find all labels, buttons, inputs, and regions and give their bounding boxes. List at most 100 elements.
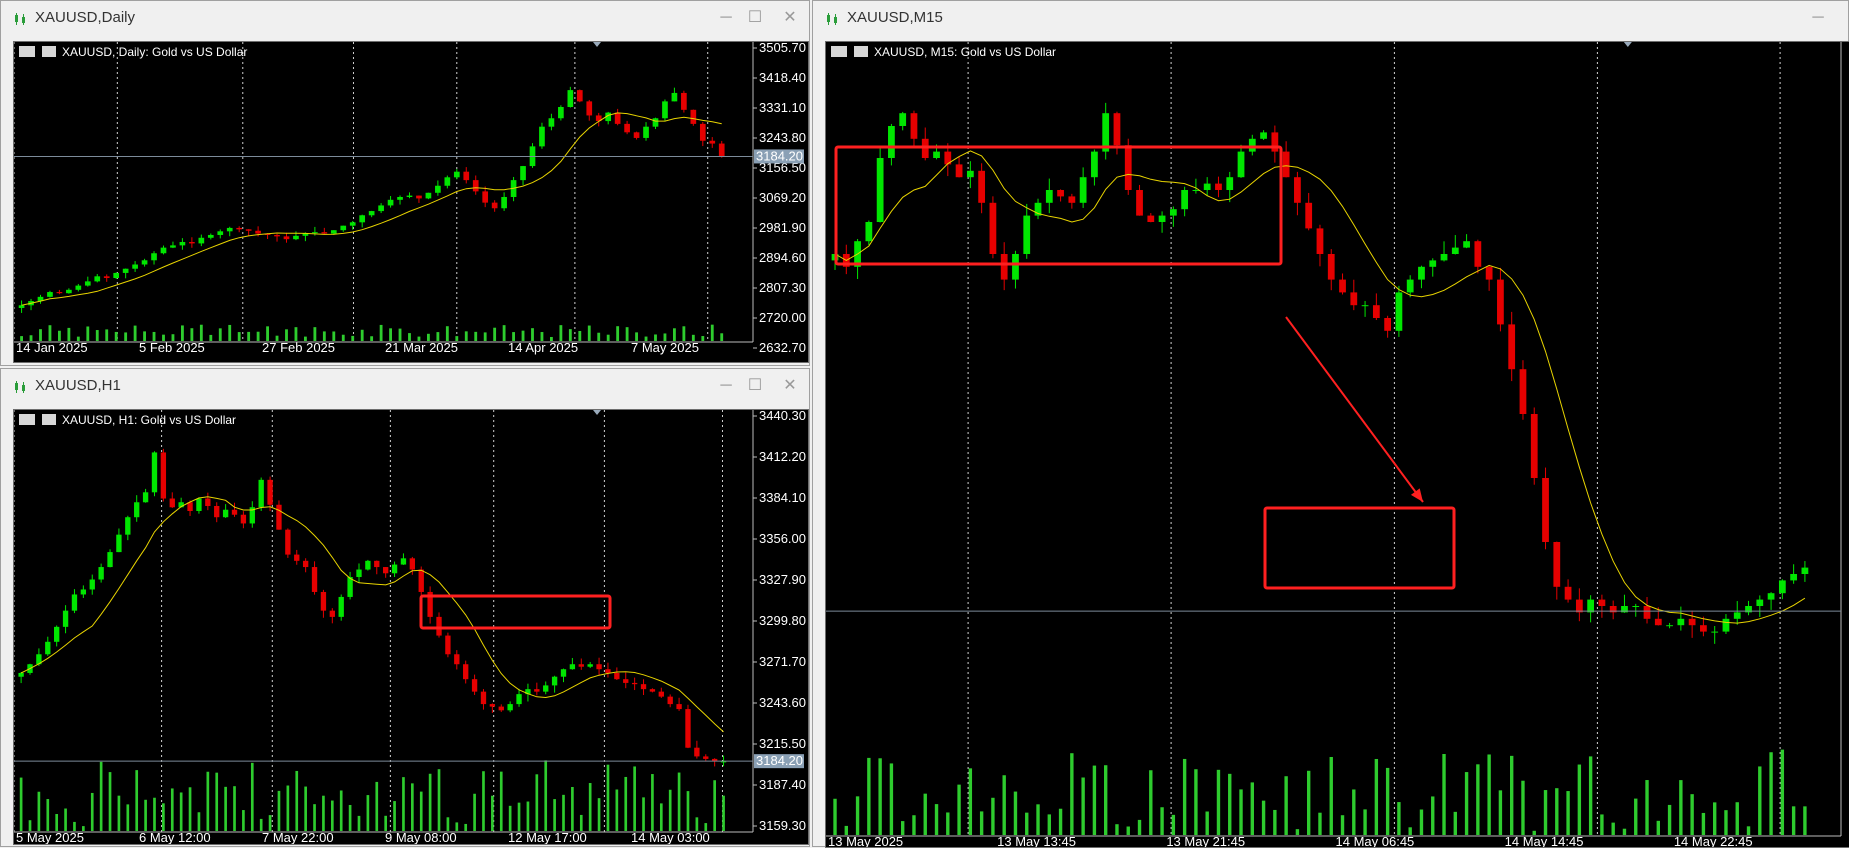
volume-bar — [304, 786, 307, 831]
y-tick-label: 3299.80 — [759, 613, 806, 628]
y-tick-label: 2632.70 — [759, 340, 806, 355]
candle-body — [614, 112, 621, 124]
close-button[interactable]: ✕ — [779, 7, 801, 29]
candle-body — [578, 664, 584, 667]
volume-bar — [934, 804, 939, 835]
volume-bar — [1002, 775, 1006, 835]
candle-body — [1463, 241, 1470, 248]
volume-bar — [878, 758, 882, 835]
candle-body — [1519, 369, 1527, 414]
volume-bar — [979, 811, 984, 835]
volume-bar — [644, 336, 648, 341]
candle-body — [1237, 151, 1245, 178]
y-tick-label: 3159.30 — [759, 818, 806, 833]
volume-bar — [117, 795, 121, 831]
volume-bar — [389, 328, 392, 341]
candle-body — [1542, 478, 1549, 542]
candle-body — [80, 589, 87, 595]
volume-bar — [370, 336, 374, 341]
candle-body — [1497, 279, 1504, 325]
volume-bar — [464, 331, 468, 341]
chart-data-icon — [854, 46, 868, 57]
candle-body — [703, 756, 709, 759]
volume-bar — [1532, 830, 1536, 835]
h1-chart-area[interactable]: XAUUSD, H1: Gold vs US Dollar 3440.30 3412… — [13, 409, 809, 845]
daily-chart-area[interactable]: XAUUSD, Daily: Gold vs US Dollar 3505.70 3… — [13, 41, 809, 363]
volume-bar — [1329, 756, 1333, 835]
candle-body — [122, 268, 129, 273]
candle-body — [113, 272, 120, 278]
candle-body — [482, 191, 489, 203]
volume-bar — [188, 787, 192, 831]
volume-bar — [179, 792, 183, 831]
volume-bar — [1712, 802, 1717, 835]
volume-bar — [1306, 770, 1311, 835]
m15-chart-svg[interactable]: XAUUSD, M15: Gold vs US Dollar 13 May 202… — [826, 42, 1849, 848]
candle-body — [605, 669, 611, 673]
maximize-button[interactable]: ☐ — [744, 7, 766, 29]
volume-bar — [968, 768, 973, 835]
candle-body — [416, 195, 422, 199]
volume-bar — [313, 804, 316, 831]
volume-bar — [508, 805, 512, 831]
candle-body — [694, 747, 700, 757]
volume-bar — [1363, 809, 1367, 835]
m15-chart-area[interactable]: XAUUSD, M15: Gold vs US Dollar 13 May 202… — [825, 41, 1849, 848]
minimize-button[interactable]: ─ — [1807, 7, 1829, 29]
volume-bar — [1171, 814, 1176, 835]
close-button[interactable]: ✕ — [779, 375, 801, 397]
candlestick-icon — [15, 13, 25, 25]
volume-bar — [153, 797, 156, 831]
volume-bar — [436, 332, 440, 341]
volume-bar — [1374, 758, 1379, 835]
daily-title-bar[interactable]: XAUUSD,Daily ─ ☐ ✕ — [1, 1, 809, 35]
y-tick-label: 2981.90 — [759, 220, 806, 235]
candle-body — [189, 242, 195, 244]
volume-bar — [672, 328, 676, 341]
volume-bar — [259, 818, 263, 831]
h1-chart-window[interactable]: XAUUSD,H1 ─ ☐ ✕ XAUUSD, H1: Gold vs US D… — [0, 368, 810, 847]
m15-title-bar[interactable]: XAUUSD,M15 ─ — [813, 1, 1848, 35]
volume-bar — [1273, 809, 1277, 835]
h1-title-bar[interactable]: XAUUSD,H1 ─ ☐ ✕ — [1, 369, 809, 403]
candle-body — [1733, 612, 1741, 619]
candle-body — [520, 166, 526, 181]
candle-body — [667, 696, 673, 705]
minimize-button[interactable]: ─ — [715, 375, 737, 397]
candle-body — [1598, 599, 1606, 606]
candle-body — [245, 229, 252, 231]
candle-body — [463, 171, 470, 181]
volume-bar — [375, 781, 379, 831]
volume-bar — [540, 332, 544, 341]
x-tick-label: 12 May 17:00 — [508, 830, 587, 845]
candle-body — [888, 126, 895, 158]
volume-bar — [46, 799, 50, 831]
maximize-button[interactable]: ☐ — [744, 375, 766, 397]
volume-bar — [1239, 789, 1243, 835]
candle-body — [1327, 254, 1335, 280]
daily-chart-window[interactable]: XAUUSD,Daily ─ ☐ ✕ XAUUSD, Daily: Gold v… — [0, 0, 810, 366]
h1-chart-svg[interactable]: XAUUSD, H1: Gold vs US Dollar 3440.30 3412… — [14, 410, 809, 845]
y-tick-label: 2807.30 — [759, 280, 806, 295]
minimize-button[interactable]: ─ — [715, 7, 737, 29]
volume-bar — [900, 821, 905, 835]
volume-bar — [720, 333, 724, 341]
daily-chart-svg[interactable]: XAUUSD, Daily: Gold vs US Dollar 3505.70 3… — [14, 42, 809, 363]
candle-body — [1271, 132, 1279, 152]
m15-chart-window[interactable]: XAUUSD,M15 ─ XAUUSD, M15: Gold vs US Dol… — [812, 0, 1849, 848]
volume-bar — [426, 333, 430, 341]
volume-bar — [578, 330, 582, 341]
candle-body — [1575, 599, 1583, 613]
candle-body — [633, 132, 640, 138]
volume-bar — [1126, 826, 1130, 835]
volume-bar — [571, 786, 574, 831]
candle-body — [125, 517, 131, 535]
volume-bar — [553, 799, 556, 831]
volume-bar — [199, 324, 203, 341]
candle-body — [1361, 305, 1369, 307]
volume-bar — [512, 332, 515, 341]
y-tick-label: 3331.10 — [759, 100, 806, 115]
candle-body — [1587, 599, 1595, 613]
candle-body — [1113, 113, 1121, 146]
shift-marker — [593, 42, 602, 47]
